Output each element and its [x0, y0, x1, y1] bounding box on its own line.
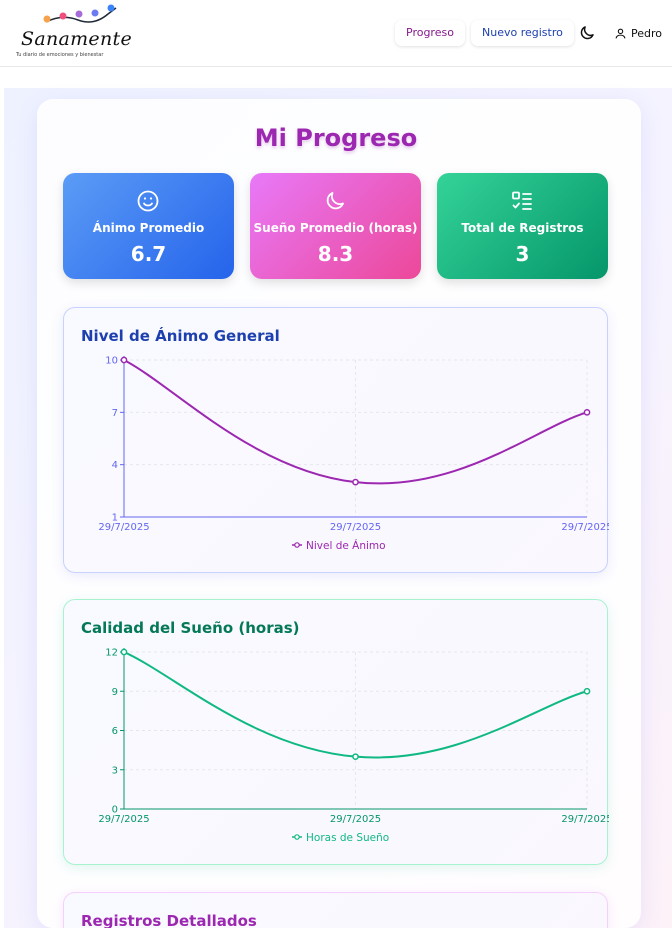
- mood-chart-card: Nivel de Ánimo General 1 4 7 10 29/7/2025 29/…: [63, 307, 609, 573]
- y-tick-label: 12: [105, 648, 118, 659]
- moon-icon[interactable]: [578, 24, 596, 42]
- stat-card-total: Total de Registros 3: [437, 173, 608, 279]
- x-tick-label: 29/7/2025: [330, 814, 381, 825]
- y-tick-label: 4: [112, 460, 118, 471]
- checklist-icon: [512, 191, 532, 210]
- smile-icon: [137, 190, 159, 212]
- stat-value: 8.3: [317, 242, 354, 266]
- sleep-chart-card: Calidad del Sueño (horas) 0 3 6 9 12 29/7/202…: [63, 599, 609, 865]
- x-tick-label: 29/7/2025: [98, 522, 149, 533]
- logo-dots-icon: [43, 4, 117, 23]
- series-line: [123, 651, 588, 759]
- sleep-line-chart: 03691229/7/2025 29/7/2025 29/7/2025Horas d…: [98, 648, 609, 845]
- data-point: [583, 687, 591, 695]
- user-menu[interactable]: Pedro: [614, 24, 662, 42]
- page-title: Mi Progreso: [254, 124, 418, 152]
- data-point: [583, 408, 591, 416]
- data-point: [352, 753, 359, 761]
- stat-label: Sueño Promedio (horas): [253, 221, 418, 235]
- data-point: [120, 356, 128, 364]
- stat-label: Total de Registros: [461, 221, 584, 235]
- chart-legend: Horas de Sueño: [292, 832, 389, 844]
- nav-nuevo-registro-button[interactable]: Nuevo registro: [471, 20, 574, 46]
- mood-line-chart: 1471029/7/2025 29/7/2025 29/7/2025Nivel de…: [98, 356, 609, 553]
- y-tick-label: 7: [112, 408, 118, 419]
- x-tick-label: 29/7/2025: [98, 814, 149, 825]
- x-tick-label: 29/7/2025: [561, 814, 609, 825]
- stat-value: 3: [515, 242, 530, 266]
- y-tick-label: 3: [112, 765, 118, 776]
- stat-value: 6.7: [130, 242, 167, 266]
- top-navbar: Sanamente Tu diario de emociones y biene…: [0, 0, 672, 67]
- logo[interactable]: Sanamente Tu diario de emociones y biene…: [14, 2, 132, 62]
- details-title: Registros Detallados: [81, 912, 257, 928]
- y-tick-label: 9: [112, 687, 118, 698]
- x-tick-label: 29/7/2025: [330, 522, 381, 533]
- data-point: [352, 478, 359, 486]
- legend-marker: [294, 542, 300, 548]
- stat-card-mood: Ánimo Promedio 6.7: [63, 173, 234, 279]
- y-tick-label: 6: [112, 726, 118, 737]
- logo-text: Sanamente: [21, 28, 132, 50]
- user-name: Pedro: [631, 26, 663, 40]
- legend-label: Horas de Sueño: [306, 832, 389, 844]
- chart-legend: Nivel de Ánimo: [292, 539, 386, 552]
- data-point: [120, 648, 128, 656]
- y-tick-label: 10: [105, 356, 118, 367]
- user-icon: [615, 28, 626, 38]
- stat-label: Ánimo Promedio: [92, 221, 205, 235]
- moon-icon: [326, 192, 344, 210]
- details-card: Registros Detallados: [63, 892, 608, 928]
- legend-marker: [294, 834, 300, 840]
- stat-card-sleep: Sueño Promedio (horas) 8.3: [250, 173, 421, 279]
- x-tick-label: 29/7/2025: [561, 522, 609, 533]
- logo-subtitle: Tu diario de emociones y bienestar: [16, 52, 104, 58]
- nav-progreso-button[interactable]: Progreso: [395, 20, 465, 46]
- legend-label: Nivel de Ánimo: [306, 539, 386, 552]
